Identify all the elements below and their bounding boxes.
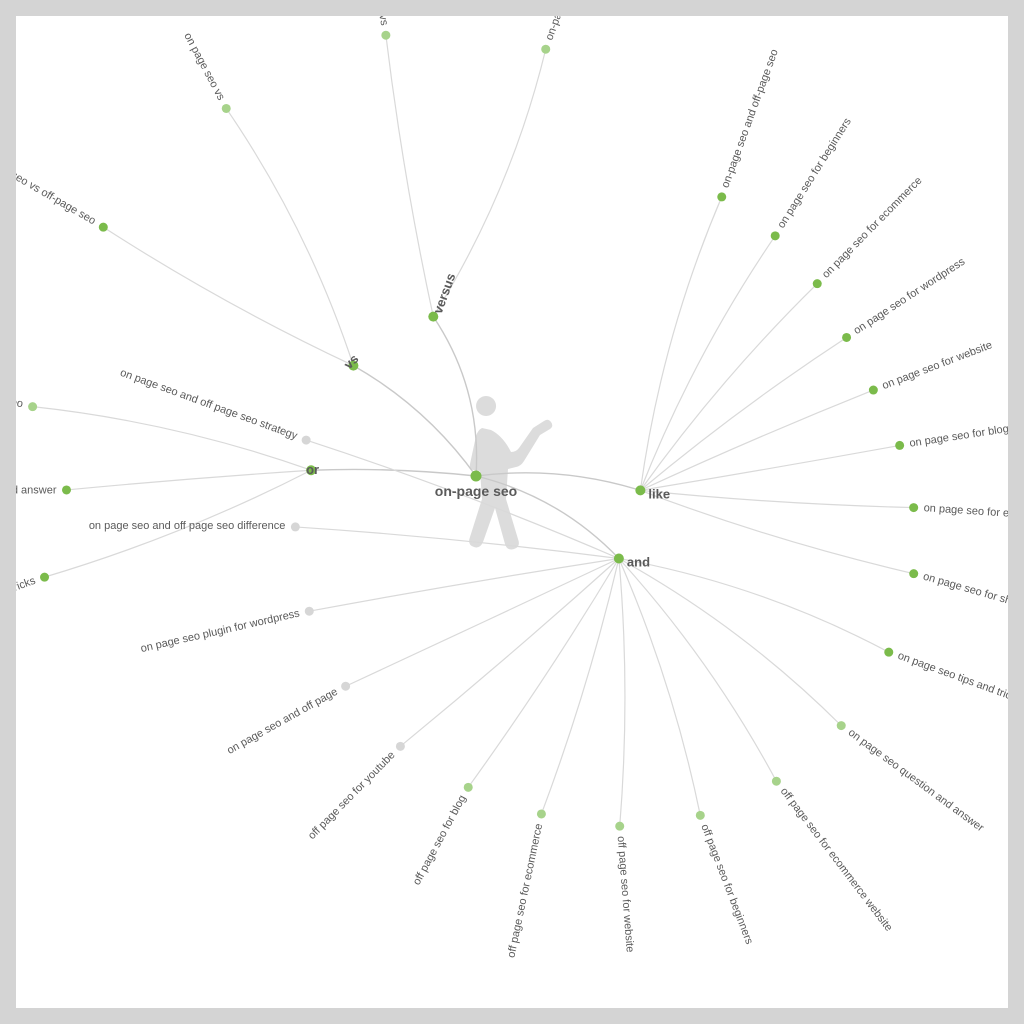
leaf-like-6[interactable] <box>909 503 918 512</box>
leaf-label-like-6: on page seo for ecommerce website <box>923 502 1008 525</box>
leaf-and-3[interactable] <box>696 811 705 820</box>
leaf-and-9[interactable] <box>305 607 314 616</box>
leaf-label-and-4: off page seo for website <box>615 836 636 953</box>
leaf-and-11[interactable] <box>302 436 311 445</box>
branch-label-or: or <box>306 462 319 477</box>
mindmap-diagram: on-page seo versus on-page vs off-page seo… <box>16 16 1008 1008</box>
leaf-like-2[interactable] <box>813 279 822 288</box>
leaf-and-4[interactable] <box>615 822 624 831</box>
leaf-label-like-0: on-page seo and off-page seo <box>719 48 780 190</box>
leaf-label-like-7: on page seo for shopify <box>922 571 1008 614</box>
leaf-label-or-0: on page seo or off page seo <box>16 370 24 410</box>
leaf-label-and-9: on page seo plugin for wordpress <box>139 607 301 655</box>
leaf-label-and-7: off page seo for youtube <box>306 749 398 842</box>
leaf-label-like-2: on page seo for ecommerce <box>820 175 925 281</box>
leaf-label-vs-0: on page seo vs <box>181 31 227 103</box>
leaf-and-5[interactable] <box>537 809 546 818</box>
leaf-and-6[interactable] <box>464 783 473 792</box>
leaf-or-0[interactable] <box>28 402 37 411</box>
leaf-label-and-8: on page seo and off page <box>225 686 340 757</box>
leaf-label-or-1: on page seo question and answer <box>16 485 57 497</box>
leaf-versus-1[interactable] <box>381 31 390 40</box>
leaf-label-like-5: on page seo for blogger <box>909 421 1008 450</box>
leaf-vs-1[interactable] <box>99 223 108 232</box>
leaf-label-like-4: on page seo for website <box>881 339 994 392</box>
leaf-label-versus-1: on page seo vs <box>365 16 390 27</box>
leaf-label-and-6: off page seo for blog <box>411 793 469 887</box>
leaf-like-0[interactable] <box>717 192 726 201</box>
leaf-label-and-5: off page seo for ecommerce <box>505 823 545 959</box>
leaf-and-10[interactable] <box>291 522 300 531</box>
leaf-versus-0[interactable] <box>541 45 550 54</box>
leaf-like-4[interactable] <box>869 386 878 395</box>
leaf-like-7[interactable] <box>909 569 918 578</box>
leaf-label-and-10: on page seo and off page seo difference <box>89 520 286 532</box>
branch-like[interactable] <box>635 485 645 495</box>
leaf-label-vs-1: on-page seo vs off-page seo <box>16 147 98 227</box>
leaf-like-5[interactable] <box>895 441 904 450</box>
leaf-and-0[interactable] <box>884 648 893 657</box>
leaf-label-and-0: on page seo tips and tricks <box>896 650 1008 706</box>
leaf-or-1[interactable] <box>62 485 71 494</box>
leaf-label-and-1: on page seo question and answer <box>846 727 986 835</box>
leaf-label-or-2: on page seo tips and tricks <box>16 575 38 631</box>
leaf-label-like-3: on page seo for wordpress <box>852 255 968 337</box>
center-label: on-page seo <box>435 483 517 499</box>
branch-label-versus: versus <box>430 271 458 316</box>
leaf-and-2[interactable] <box>772 777 781 786</box>
branch-and[interactable] <box>614 554 624 564</box>
leaf-label-and-11: on page seo and off page seo strategy <box>118 367 299 443</box>
leaf-or-2[interactable] <box>40 573 49 582</box>
branch-label-like: like <box>648 486 670 501</box>
center-node[interactable] <box>471 471 482 482</box>
leaf-label-versus-0: on-page vs off-page seo <box>543 16 595 42</box>
leaf-and-1[interactable] <box>837 721 846 730</box>
leaf-label-and-2: off page seo for ecommerce website <box>778 786 895 934</box>
leaf-label-like-1: on page seo for beginners <box>775 116 854 231</box>
leaf-vs-0[interactable] <box>222 104 231 113</box>
leaf-like-3[interactable] <box>842 333 851 342</box>
leaf-like-1[interactable] <box>771 231 780 240</box>
leaf-and-8[interactable] <box>341 682 350 691</box>
branch-label-and: and <box>627 555 650 570</box>
leaf-label-and-3: off page seo for beginners <box>698 822 755 946</box>
leaf-and-7[interactable] <box>396 742 405 751</box>
